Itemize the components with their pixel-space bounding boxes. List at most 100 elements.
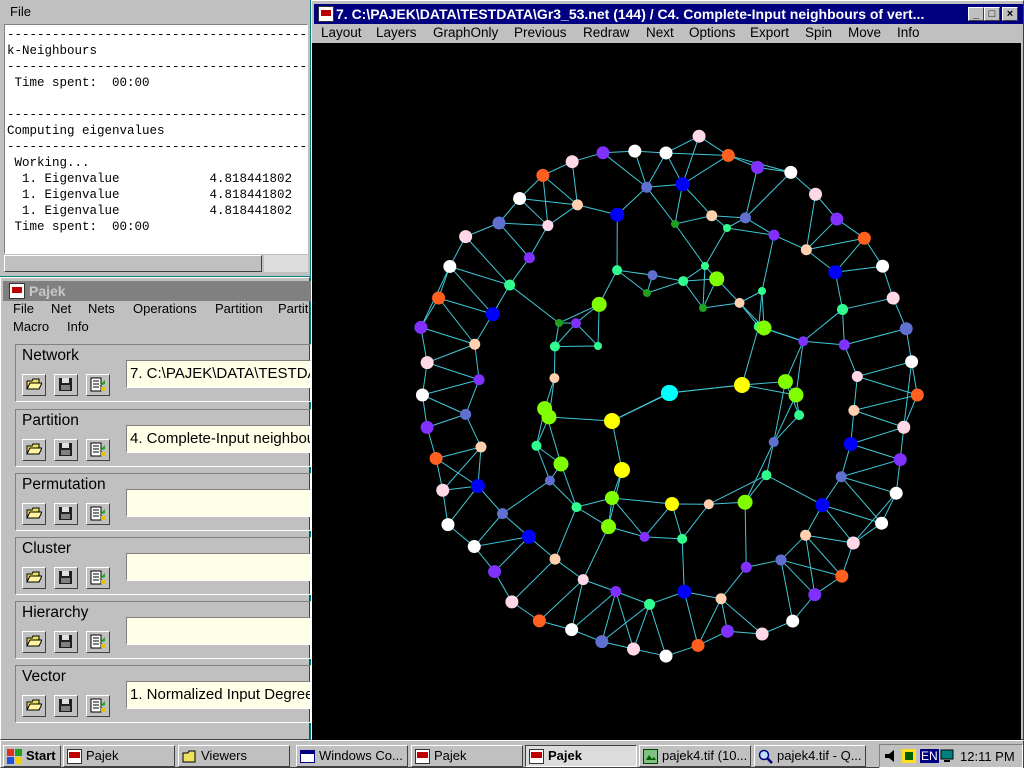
graph-vertex[interactable] <box>595 635 609 649</box>
graph-menu-info[interactable]: Info <box>897 25 920 40</box>
graph-menu-previous[interactable]: Previous <box>514 25 567 40</box>
graph-vertex[interactable] <box>420 420 434 434</box>
taskbar-pajek-report-button[interactable]: Pajek <box>63 745 175 767</box>
graph-vertex[interactable] <box>897 420 911 434</box>
close-button[interactable]: × <box>1002 7 1018 21</box>
pajek-title-bar[interactable]: Pajek <box>3 281 311 301</box>
speaker-icon[interactable] <box>884 749 898 763</box>
graph-vertex[interactable] <box>678 276 689 287</box>
graph-vertex[interactable] <box>665 497 679 511</box>
graph-vertex[interactable] <box>600 519 616 535</box>
graph-vertex[interactable] <box>777 374 793 390</box>
graph-vertex[interactable] <box>414 320 428 334</box>
graph-vertex[interactable] <box>628 144 642 158</box>
graph-vertex[interactable] <box>504 279 516 291</box>
graph-vertex[interactable] <box>429 451 443 465</box>
graph-vertex[interactable] <box>473 374 485 386</box>
graph-vertex[interactable] <box>761 470 772 481</box>
graph-menu-next[interactable]: Next <box>646 25 674 40</box>
partition-open-button[interactable] <box>22 439 46 461</box>
report-text-area[interactable]: ----------------------------------------… <box>4 24 308 254</box>
graph-vertex[interactable] <box>544 475 555 486</box>
graph-vertex[interactable] <box>889 486 903 500</box>
graph-vertex[interactable] <box>739 212 751 224</box>
cluster-view-button[interactable] <box>86 567 110 589</box>
network-open-button[interactable] <box>22 374 46 396</box>
graph-vertex[interactable] <box>905 355 919 369</box>
hierarchy-view-button[interactable] <box>86 631 110 653</box>
network-view-button[interactable] <box>86 374 110 396</box>
graph-vertex[interactable] <box>910 388 924 402</box>
vector-open-button[interactable] <box>22 695 46 717</box>
partition-save-button[interactable] <box>54 439 78 461</box>
graph-vertex[interactable] <box>496 508 508 520</box>
pajek-menu-net[interactable]: Net <box>51 301 71 316</box>
graph-title-bar[interactable]: 7. C:\PAJEK\DATA\TESTDATA\Gr3_53.net (14… <box>314 4 1023 24</box>
pajek-menu-info[interactable]: Info <box>67 319 89 334</box>
graph-vertex[interactable] <box>460 408 472 420</box>
graph-vertex[interactable] <box>808 588 822 602</box>
graph-vertex[interactable] <box>758 287 766 295</box>
graph-menu-layout[interactable]: Layout <box>321 25 362 40</box>
graph-menu-export[interactable]: Export <box>750 25 789 40</box>
graph-vertex[interactable] <box>846 536 860 550</box>
graph-vertex[interactable] <box>677 584 692 599</box>
graph-vertex[interactable] <box>768 437 779 448</box>
graph-vertex[interactable] <box>899 322 913 336</box>
graph-vertex[interactable] <box>523 252 535 264</box>
permutation-open-button[interactable] <box>22 503 46 525</box>
graph-vertex[interactable] <box>467 540 481 554</box>
graph-vertex[interactable] <box>661 385 677 401</box>
graph-vertex[interactable] <box>492 216 506 230</box>
pajek-menu-nets[interactable]: Nets <box>88 301 115 316</box>
graph-vertex[interactable] <box>857 231 871 245</box>
graph-vertex[interactable] <box>522 529 537 544</box>
graph-vertex[interactable] <box>828 265 843 280</box>
graph-vertex[interactable] <box>459 230 473 244</box>
graph-vertex[interactable] <box>644 598 656 610</box>
graph-vertex[interactable] <box>532 614 546 628</box>
graph-vertex[interactable] <box>755 627 769 641</box>
graph-vertex[interactable] <box>565 155 579 169</box>
graph-vertex[interactable] <box>706 210 718 222</box>
graph-vertex[interactable] <box>843 437 858 452</box>
graph-vertex[interactable] <box>565 623 579 637</box>
graph-menu-options[interactable]: Options <box>689 25 736 40</box>
graph-vertex[interactable] <box>604 413 620 429</box>
graph-menu-redraw[interactable]: Redraw <box>583 25 630 40</box>
graph-vertex[interactable] <box>893 453 907 467</box>
partition-selector[interactable]: 4. Complete-Input neighbours <box>126 425 311 453</box>
scrollbar-thumb[interactable] <box>4 255 262 272</box>
graph-menu-spin[interactable]: Spin <box>805 25 832 40</box>
graph-vertex[interactable] <box>643 289 651 297</box>
graph-vertex[interactable] <box>756 320 772 336</box>
graph-vertex[interactable] <box>740 561 752 573</box>
taskbar-pajek-button[interactable]: Pajek <box>411 745 523 767</box>
graph-vertex[interactable] <box>594 342 602 350</box>
graph-vertex[interactable] <box>441 518 455 532</box>
graph-vertex[interactable] <box>432 291 446 305</box>
network-graph[interactable] <box>312 43 1021 741</box>
graph-vertex[interactable] <box>555 319 563 327</box>
partition-view-button[interactable] <box>86 439 110 461</box>
graph-vertex[interactable] <box>659 649 673 663</box>
pajek-menu-partition[interactable]: Partition <box>215 301 263 316</box>
taskbar-viewers-button[interactable]: Viewers <box>178 745 290 767</box>
tray-app-icon[interactable] <box>902 749 916 763</box>
graph-vertex[interactable] <box>709 271 725 287</box>
graph-vertex[interactable] <box>703 499 714 510</box>
graph-vertex[interactable] <box>553 456 569 472</box>
graph-vertex[interactable] <box>875 516 889 530</box>
scrollbar-track[interactable] <box>264 255 308 272</box>
graph-vertex[interactable] <box>671 220 679 228</box>
hierarchy-open-button[interactable] <box>22 631 46 653</box>
graph-vertex[interactable] <box>591 296 607 312</box>
pajek-menu-macro[interactable]: Macro <box>13 319 49 334</box>
graph-vertex[interactable] <box>737 494 753 510</box>
graph-vertex[interactable] <box>627 642 641 656</box>
graph-menu-move[interactable]: Move <box>848 25 881 40</box>
graph-vertex[interactable] <box>577 574 589 586</box>
graph-vertex[interactable] <box>835 471 847 483</box>
graph-vertex[interactable] <box>784 165 798 179</box>
clock[interactable]: 12:11 PM <box>960 749 1015 764</box>
